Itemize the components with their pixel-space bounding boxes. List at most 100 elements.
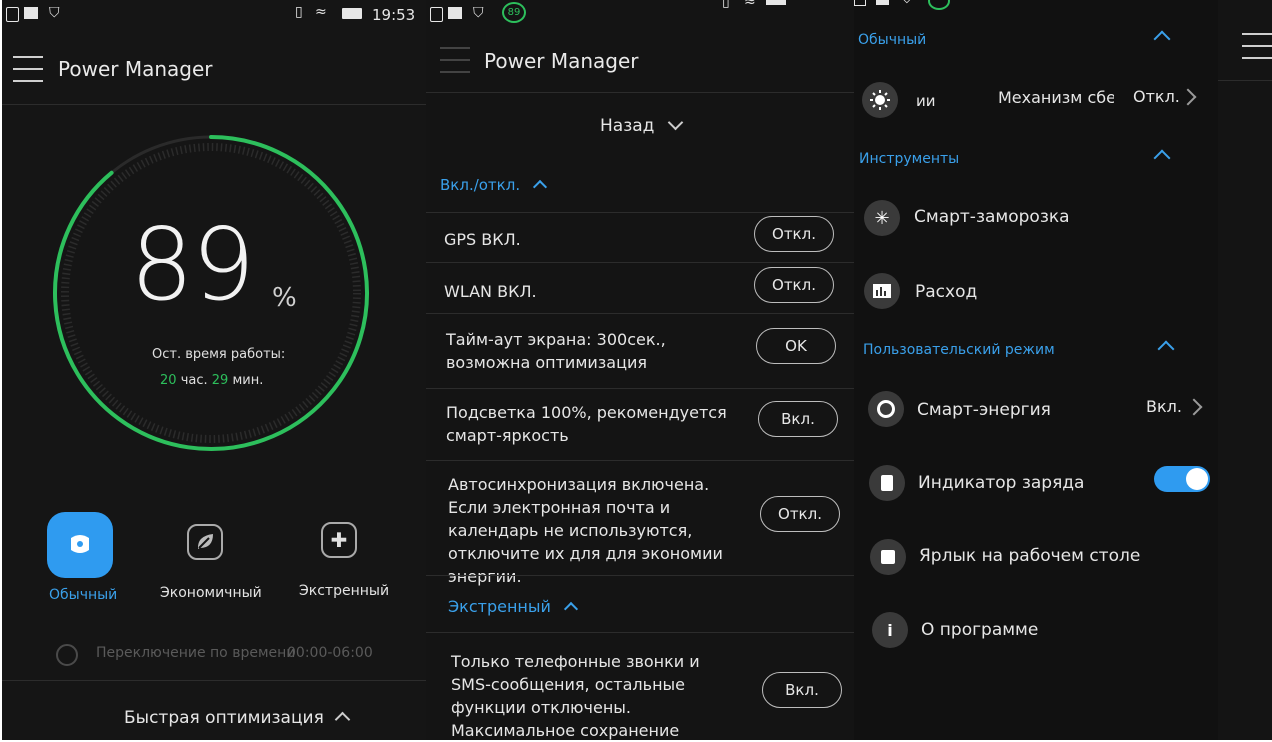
shield-status-icon: ⛉ <box>473 5 484 21</box>
saver-partial-label: ии <box>916 92 936 110</box>
gallery-icon <box>24 7 38 19</box>
screen-power-manager-main: ⛉ ▯ ≈ 19:53 Power Manager 89 % Ост. врем… <box>2 0 426 740</box>
chevron-up-icon <box>563 601 579 617</box>
leaf-icon <box>197 534 213 549</box>
item-text: Только телефонные звонки и SMS-сообщения… <box>451 652 700 740</box>
mode-emergency-label: Экстренный <box>299 583 390 599</box>
timer-switch-row[interactable]: Переключение по времени 00:00-06:00 <box>56 642 386 670</box>
section-tools-header[interactable]: Инструменты <box>859 151 959 167</box>
section-onoff-header[interactable]: Вкл./откл. <box>440 176 547 195</box>
gallery-icon <box>448 7 462 19</box>
shield-status-icon: ⛉ <box>49 5 60 21</box>
divider <box>426 460 854 461</box>
divider <box>426 212 854 213</box>
app-title-2: Power Manager <box>484 49 639 73</box>
document-icon <box>869 465 905 501</box>
item-text: WLAN ВКЛ. <box>444 282 537 301</box>
hours-value: 20 <box>160 373 177 388</box>
status-bar: ⛉ ▯ ≈ 19:53 <box>2 0 426 26</box>
item-text: GPS ВКЛ. <box>444 230 521 249</box>
sun-icon <box>862 82 898 118</box>
saver-value: Откл. <box>1133 87 1180 106</box>
plus-spark-icon: ✚ <box>330 528 348 552</box>
menu-icon[interactable] <box>13 56 43 82</box>
notification-icon <box>430 7 443 22</box>
back-label: Назад <box>600 116 655 136</box>
divider <box>426 632 854 633</box>
status-bar-2: ⛉ 89 ▯ ≈ <box>426 0 854 26</box>
section-emergency-header[interactable]: Экстренный <box>448 597 579 617</box>
hours-unit: час. <box>180 373 208 388</box>
shield-status-icon: ⛉ <box>902 0 912 7</box>
quick-optimization-button[interactable]: Быстрая оптимизация <box>124 708 351 728</box>
gps-off-button[interactable]: Откл. <box>754 216 834 252</box>
chevron-up-icon[interactable] <box>1157 340 1175 358</box>
desktop-shortcut-label: Ярлык на рабочем столе <box>919 546 1141 566</box>
chevron-down-icon <box>667 114 684 131</box>
divider <box>426 388 854 389</box>
wifi-icon: ≈ <box>744 0 756 10</box>
charge-indicator-label: Индикатор заряда <box>918 473 1085 493</box>
percent-sign: % <box>272 283 297 313</box>
vibrate-icon: ▯ <box>295 4 303 20</box>
minutes-unit: мин. <box>232 373 264 388</box>
mode-normal-label: Обычный <box>49 587 118 603</box>
shortcut-icon <box>870 539 906 575</box>
header-divider-4 <box>1218 80 1272 81</box>
section-normal-header[interactable]: Обычный <box>858 32 926 48</box>
divider <box>426 313 854 314</box>
mode-normal-button[interactable] <box>47 512 113 578</box>
autosync-off-button[interactable]: Откл. <box>760 496 840 532</box>
status-time: 19:53 <box>372 6 416 24</box>
smart-energy-icon <box>868 391 904 427</box>
section-custom-header[interactable]: Пользовательский режим <box>863 342 1055 358</box>
smart-freeze-label: Смарт-заморозка <box>914 207 1070 227</box>
status-bar-3: ⛉ <box>854 0 1218 26</box>
brightness-on-button[interactable]: Вкл. <box>758 401 838 437</box>
clock-icon <box>56 644 78 666</box>
app-title: Power Manager <box>58 57 213 81</box>
chevron-right-icon <box>1185 398 1203 416</box>
emergency-on-button[interactable]: Вкл. <box>762 672 842 708</box>
vibrate-icon: ▯ <box>722 0 730 10</box>
bar-chart-icon <box>864 273 900 309</box>
menu-icon[interactable] <box>440 47 470 73</box>
chevron-up-icon[interactable] <box>1153 30 1171 48</box>
screen-partial-right <box>1218 0 1272 740</box>
mode-emergency-button[interactable]: ✚ <box>321 522 357 558</box>
screen-optimization-list: ⛉ 89 ▯ ≈ Power Manager Назад Вкл./откл. … <box>426 0 854 740</box>
chevron-up-icon <box>532 179 547 195</box>
notification-icon <box>6 7 19 22</box>
wlan-off-button[interactable]: Откл. <box>754 267 834 303</box>
remaining-time-label: Ост. время работы: <box>152 347 286 362</box>
timeout-ok-button[interactable]: OK <box>756 328 836 364</box>
minutes-value: 29 <box>211 373 229 388</box>
divider <box>426 575 854 576</box>
battery-badge <box>928 0 950 10</box>
battery-icon <box>766 0 786 5</box>
battery-badge: 89 <box>502 2 526 23</box>
mode-economy-label: Экономичный <box>160 585 262 601</box>
section-emergency-label: Экстренный <box>448 597 551 616</box>
item-text: Тайм-аут экрана: 300сек., возможна оптим… <box>446 330 666 372</box>
footer-divider <box>2 680 426 681</box>
section-onoff-label: Вкл./откл. <box>440 176 521 194</box>
header-divider-2 <box>426 92 854 93</box>
charge-indicator-toggle[interactable] <box>1154 466 1210 492</box>
wifi-icon: ≈ <box>315 4 327 20</box>
item-text: Автосинхронизация включена. Если электро… <box>448 475 723 586</box>
shield-icon <box>71 535 89 553</box>
menu-icon[interactable] <box>1242 33 1272 59</box>
battery-icon <box>342 8 362 19</box>
timer-label: Переключение по времени <box>96 645 296 661</box>
item-text: Подсветка 100%, рекомендуется смарт-ярко… <box>446 403 727 445</box>
quick-optimization-label: Быстрая оптимизация <box>124 708 324 728</box>
chevron-up-icon[interactable] <box>1153 149 1171 167</box>
header-divider <box>2 104 426 105</box>
about-label: О программе <box>921 620 1039 640</box>
notification-icon <box>854 0 866 6</box>
chevron-up-icon <box>334 711 351 728</box>
mode-economy-button[interactable] <box>187 524 223 560</box>
back-button[interactable]: Назад <box>600 114 684 136</box>
gallery-icon <box>876 0 889 5</box>
